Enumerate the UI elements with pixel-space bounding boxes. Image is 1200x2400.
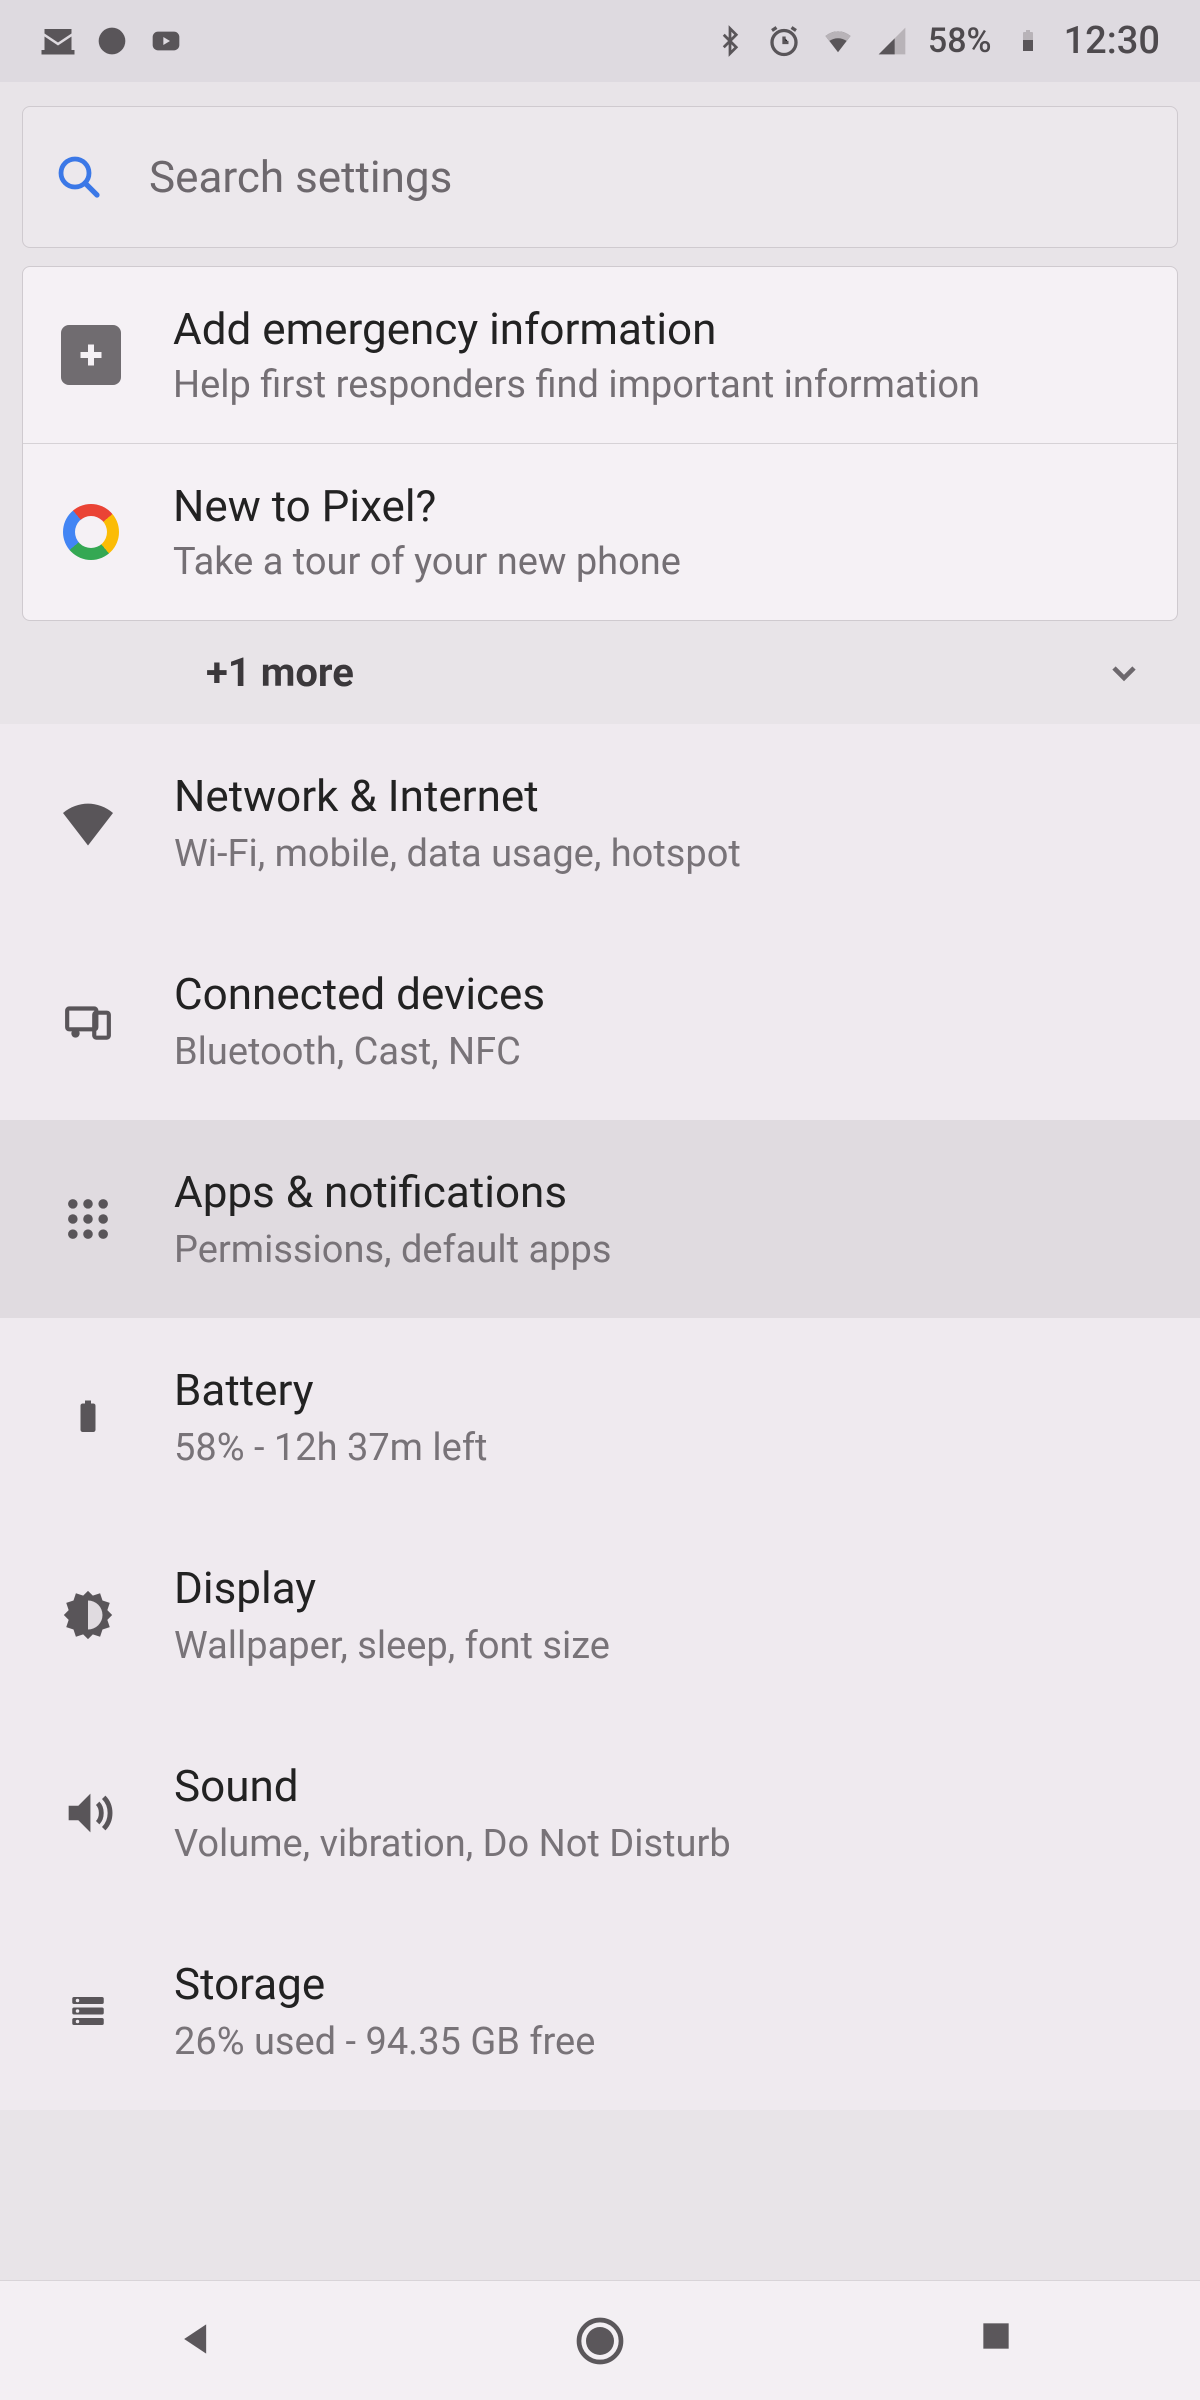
setting-subtitle: Wi-Fi, mobile, data usage, hotspot — [174, 832, 1166, 876]
battery-full-icon — [48, 1377, 128, 1457]
gear-dot-icon — [94, 23, 130, 59]
setting-subtitle: Bluetooth, Cast, NFC — [174, 1030, 1166, 1074]
setting-subtitle: 26% used - 94.35 GB free — [174, 2020, 1166, 2064]
setting-sound[interactable]: Sound Volume, vibration, Do Not Disturb — [0, 1714, 1200, 1912]
setting-display[interactable]: Display Wallpaper, sleep, font size — [0, 1516, 1200, 1714]
battery-icon — [1010, 23, 1046, 59]
chevron-down-icon — [1104, 653, 1144, 693]
setting-network-internet[interactable]: Network & Internet Wi-Fi, mobile, data u… — [0, 724, 1200, 922]
setting-apps-notifications[interactable]: Apps & notifications Permissions, defaul… — [0, 1120, 1200, 1318]
expand-more-suggestions[interactable]: +1 more — [0, 621, 1200, 724]
suggestion-emergency-info[interactable]: Add emergency information Help first res… — [23, 267, 1177, 444]
bluetooth-icon — [712, 23, 748, 59]
status-bar: 58% 12:30 — [0, 0, 1200, 82]
setting-title: Network & Internet — [174, 770, 1166, 822]
apps-grid-icon — [48, 1179, 128, 1259]
youtube-icon — [148, 23, 184, 59]
wifi-status-icon — [820, 23, 856, 59]
search-placeholder: Search settings — [149, 151, 452, 203]
setting-storage[interactable]: Storage 26% used - 94.35 GB free — [0, 1912, 1200, 2110]
status-time: 12:30 — [1064, 19, 1160, 63]
alarm-icon — [766, 23, 802, 59]
setting-subtitle: Wallpaper, sleep, font size — [174, 1624, 1166, 1668]
setting-title: Display — [174, 1562, 1166, 1614]
search-icon — [55, 153, 103, 201]
nav-home-button[interactable] — [572, 2313, 628, 2369]
setting-title: Storage — [174, 1958, 1166, 2010]
brightness-icon — [48, 1575, 128, 1655]
nav-back-button[interactable] — [175, 2317, 223, 2365]
more-label: +1 more — [206, 649, 354, 696]
wifi-icon — [48, 783, 128, 863]
sound-icon — [48, 1773, 128, 1853]
devices-icon — [48, 981, 128, 1061]
suggestion-pixel-tour[interactable]: New to Pixel? Take a tour of your new ph… — [23, 444, 1177, 620]
battery-percent: 58% — [928, 21, 992, 61]
setting-subtitle: Permissions, default apps — [174, 1228, 1166, 1272]
nav-recents-button[interactable] — [977, 2317, 1025, 2365]
setting-title: Apps & notifications — [174, 1166, 1166, 1218]
suggestion-subtitle: Help first responders find important inf… — [173, 363, 1145, 407]
gmail-icon — [40, 23, 76, 59]
suggestion-title: New to Pixel? — [173, 480, 1145, 532]
suggestion-subtitle: Take a tour of your new phone — [173, 540, 1145, 584]
storage-icon — [48, 1971, 128, 2051]
settings-list: Network & Internet Wi-Fi, mobile, data u… — [0, 724, 1200, 2110]
cell-signal-icon — [874, 23, 910, 59]
setting-title: Battery — [174, 1364, 1166, 1416]
suggestions-card: Add emergency information Help first res… — [22, 266, 1178, 621]
setting-subtitle: Volume, vibration, Do Not Disturb — [174, 1822, 1166, 1866]
google-logo-icon — [63, 504, 119, 560]
search-settings[interactable]: Search settings — [22, 106, 1178, 248]
setting-battery[interactable]: Battery 58% - 12h 37m left — [0, 1318, 1200, 1516]
setting-title: Sound — [174, 1760, 1166, 1812]
setting-title: Connected devices — [174, 968, 1166, 1020]
setting-connected-devices[interactable]: Connected devices Bluetooth, Cast, NFC — [0, 922, 1200, 1120]
nav-bar — [0, 2280, 1200, 2400]
suggestion-title: Add emergency information — [173, 303, 1145, 355]
plus-box-icon — [61, 325, 121, 385]
setting-subtitle: 58% - 12h 37m left — [174, 1426, 1166, 1470]
